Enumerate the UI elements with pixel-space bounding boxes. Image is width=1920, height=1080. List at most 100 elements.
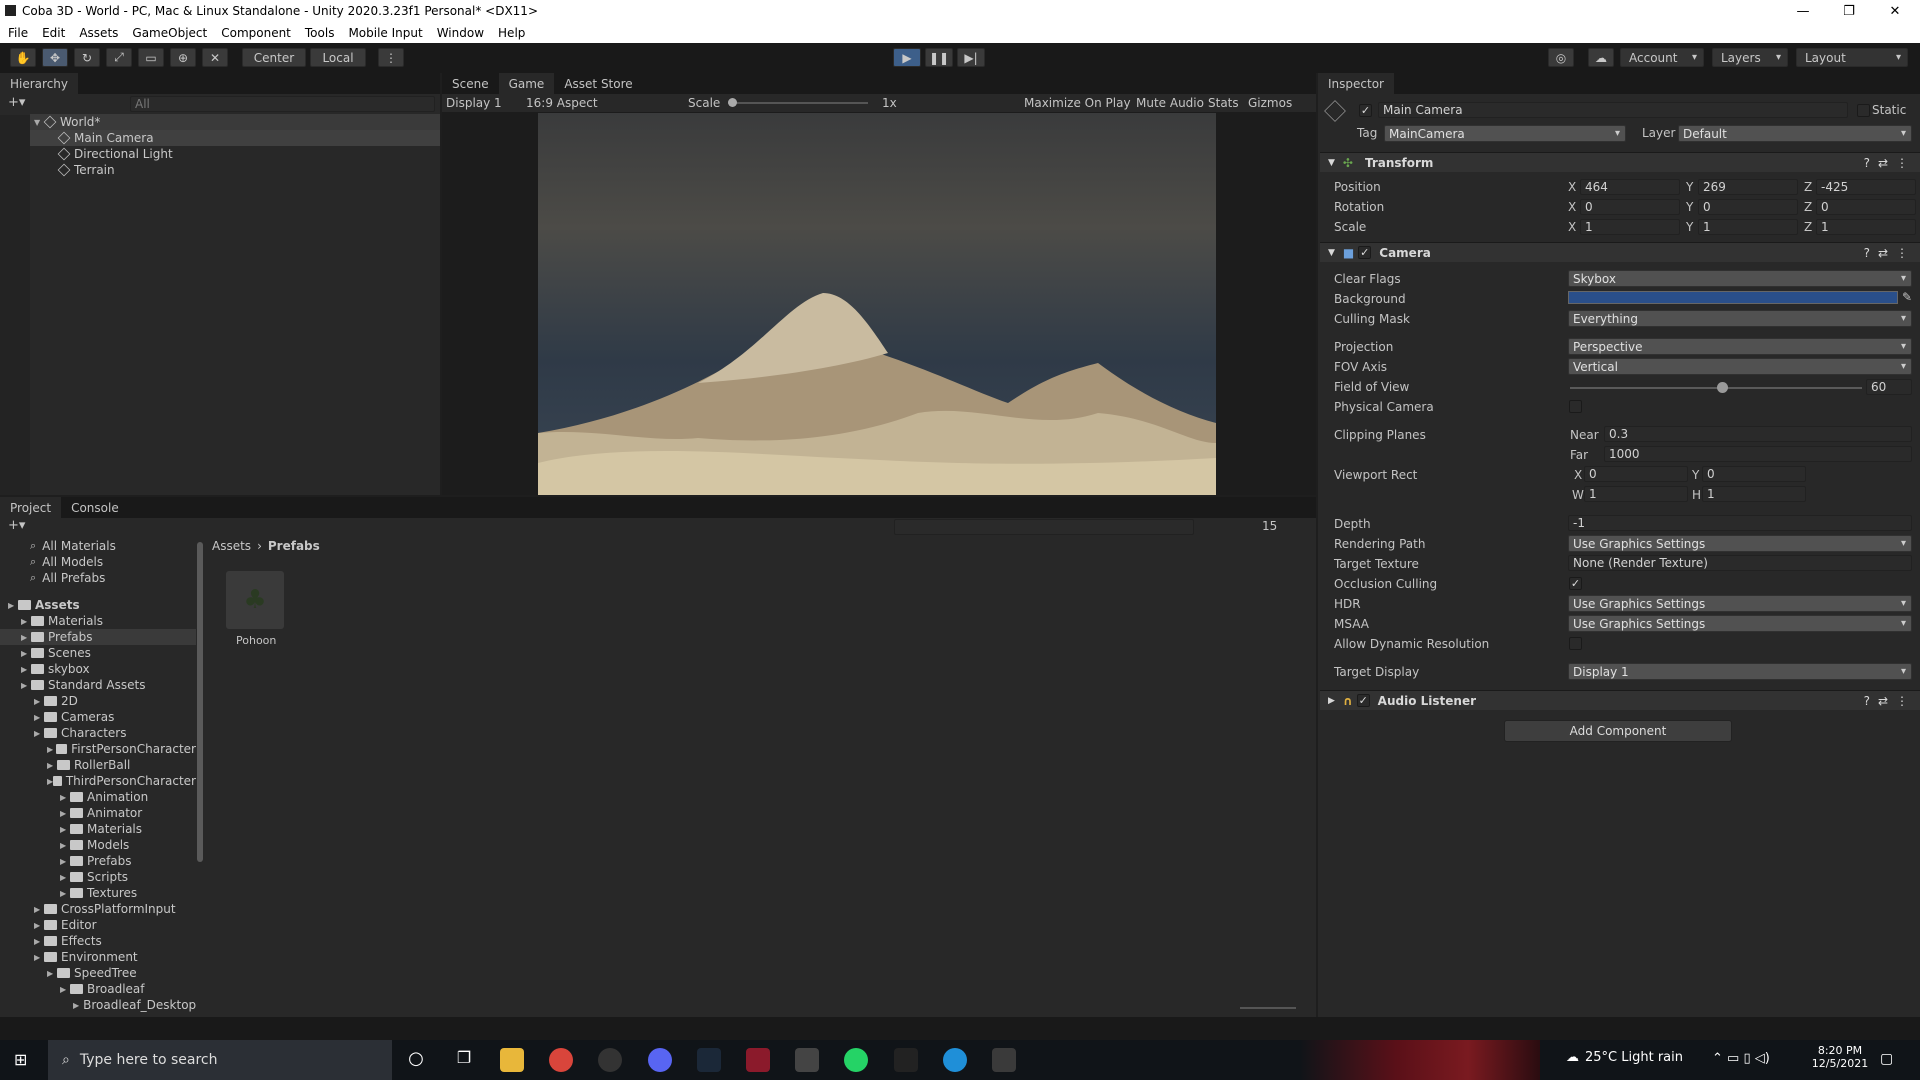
expand-arrow-icon[interactable]: ▶ [34, 937, 44, 946]
folder-tree-item[interactable]: ▶ Characters [0, 725, 196, 741]
menu-window[interactable]: Window [437, 26, 484, 40]
clear-flags-dropdown[interactable]: Skybox [1568, 270, 1912, 287]
help-icon[interactable]: ? [1864, 156, 1870, 170]
folder-tree-item[interactable]: ▶ Cameras [0, 709, 196, 725]
expand-arrow-icon[interactable]: ▶ [60, 841, 70, 850]
rendering-path-dropdown[interactable]: Use Graphics Settings [1568, 535, 1912, 552]
expand-arrow-icon[interactable]: ▶ [21, 633, 31, 642]
asset-name[interactable]: Pohoon [236, 634, 276, 647]
hierarchy-item-main-camera[interactable]: Main Camera [30, 130, 440, 146]
folder-tree-item[interactable]: ▶ 2D [0, 693, 196, 709]
viewport-w-field[interactable]: 1 [1584, 486, 1688, 502]
expand-arrow-icon[interactable]: ▶ [21, 681, 31, 690]
file-explorer-icon[interactable] [500, 1048, 524, 1072]
system-tray-icons[interactable]: ⌃ ▭ ▯ ◁) [1712, 1051, 1770, 1066]
expand-arrow-icon[interactable]: ▶ [47, 969, 57, 978]
close-button[interactable]: ✕ [1872, 0, 1918, 22]
object-name-field[interactable]: Main Camera [1378, 102, 1848, 118]
transform-x-field[interactable]: 0 [1580, 199, 1680, 215]
expand-arrow-icon[interactable]: ▶ [47, 761, 57, 770]
task-view-icon[interactable]: ❐ [452, 1048, 476, 1072]
transform-z-field[interactable]: 1 [1816, 219, 1916, 235]
component-menu-icon[interactable]: ⋮ [1896, 246, 1908, 260]
folder-tree-item[interactable]: ▶ Models [0, 837, 196, 853]
rect-tool-icon[interactable]: ▭ [138, 48, 164, 67]
transform-z-field[interactable]: 0 [1816, 199, 1916, 215]
transform-y-field[interactable]: 0 [1698, 199, 1798, 215]
transform-x-field[interactable]: 464 [1580, 179, 1680, 195]
static-checkbox[interactable] [1857, 104, 1870, 117]
tab-asset-store[interactable]: Asset Store [554, 73, 642, 94]
fov-field[interactable]: 60 [1866, 379, 1912, 395]
tab-scene[interactable]: Scene [442, 73, 499, 94]
favorite-all-models[interactable]: ⌕ All Models [30, 554, 103, 570]
hidden-packages-count[interactable]: 15 [1262, 519, 1277, 533]
thumbnail-size-slider[interactable] [1240, 1007, 1296, 1009]
audio-listener-checkbox[interactable]: ✓ [1356, 694, 1370, 707]
prefab-thumbnail-tree-icon[interactable]: ♣ [226, 571, 284, 629]
menu-edit[interactable]: Edit [42, 26, 65, 40]
near-field[interactable]: 0.3 [1604, 426, 1912, 442]
expand-arrow-icon[interactable]: ▶ [34, 697, 44, 706]
expand-arrow-icon[interactable]: ▶ [60, 793, 70, 802]
hierarchy-item-directional-light[interactable]: Directional Light [30, 146, 440, 162]
folder-tree-item[interactable]: ▶ Scripts [0, 869, 196, 885]
folder-tree-item[interactable]: ▶ Environment [0, 949, 196, 965]
discord-icon[interactable] [648, 1048, 672, 1072]
transform-tool-icon[interactable]: ⊕ [170, 48, 196, 67]
camera-header[interactable]: ▼ ■ ✓ Camera ? ⇄ ⋮ [1320, 242, 1920, 262]
aspect-dropdown[interactable]: 16:9 Aspect [526, 96, 598, 110]
whatsapp-icon[interactable] [844, 1048, 868, 1072]
folder-tree-item[interactable]: ▶ CrossPlatformInput [0, 901, 196, 917]
collab-icon[interactable]: ◎ [1548, 48, 1574, 67]
custom-tool-icon[interactable]: ✕ [202, 48, 228, 67]
layers-dropdown[interactable]: Layers [1712, 48, 1788, 67]
move-tool-icon[interactable]: ✥ [42, 48, 68, 67]
active-checkbox[interactable]: ✓ [1359, 104, 1372, 117]
menu-mobile-input[interactable]: Mobile Input [348, 26, 422, 40]
clock[interactable]: 8:20 PM 12/5/2021 [1810, 1044, 1870, 1070]
tab-game[interactable]: Game [498, 73, 555, 94]
expand-arrow-icon[interactable]: ▶ [73, 1001, 79, 1010]
tag-dropdown[interactable]: MainCamera [1384, 125, 1626, 142]
tab-hierarchy[interactable]: Hierarchy [0, 73, 79, 94]
occlusion-culling-checkbox[interactable]: ✓ [1569, 577, 1582, 590]
expand-arrow-icon[interactable]: ▶ [60, 809, 70, 818]
folder-tree-item[interactable]: ▶ Broadleaf_Desktop [0, 997, 196, 1012]
hierarchy-search-input[interactable]: All [130, 96, 435, 112]
project-search-input[interactable] [894, 519, 1194, 535]
expand-arrow-icon[interactable]: ▶ [34, 729, 44, 738]
folder-tree-item[interactable]: ▶ Materials [0, 613, 196, 629]
fov-axis-dropdown[interactable]: Vertical [1568, 358, 1912, 375]
favorite-all-prefabs[interactable]: ⌕ All Prefabs [30, 570, 105, 586]
scale-slider[interactable] [728, 102, 868, 104]
presets-icon[interactable]: ⇄ [1878, 694, 1888, 708]
expand-arrow-icon[interactable]: ▶ [21, 617, 31, 626]
transform-x-field[interactable]: 1 [1580, 219, 1680, 235]
background-color-swatch[interactable] [1568, 291, 1898, 304]
mute-audio-toggle[interactable]: Mute Audio [1136, 96, 1204, 110]
audio-listener-header[interactable]: ▶ ∩ ✓ Audio Listener ? ⇄ ⋮ [1320, 690, 1920, 710]
cloud-icon[interactable]: ☁ [1588, 48, 1614, 67]
game-viewport[interactable] [538, 113, 1216, 495]
chrome-icon[interactable] [549, 1048, 573, 1072]
folder-tree-item[interactable]: ▶ Standard Assets [0, 677, 196, 693]
transform-z-field[interactable]: -425 [1816, 179, 1916, 195]
stats-toggle[interactable]: Stats [1208, 96, 1239, 110]
menu-gameobject[interactable]: GameObject [132, 26, 207, 40]
taskbar-search-box[interactable]: ⌕ Type here to search [48, 1040, 392, 1080]
pivot-local-button[interactable]: Local [310, 48, 366, 67]
rotate-tool-icon[interactable]: ↻ [74, 48, 100, 67]
help-icon[interactable]: ? [1864, 246, 1870, 260]
layer-dropdown[interactable]: Default [1678, 125, 1912, 142]
expand-arrow-icon[interactable]: ▶ [8, 601, 18, 610]
folder-tree-item[interactable]: ▶ FirstPersonCharacter [0, 741, 196, 757]
pivot-center-button[interactable]: Center [242, 48, 306, 67]
physical-camera-checkbox[interactable] [1569, 400, 1582, 413]
display-dropdown[interactable]: Display 1 [446, 96, 502, 110]
weather-widget[interactable]: ☁ 25°C Light rain [1566, 1050, 1683, 1065]
expand-arrow-icon[interactable]: ▶ [34, 953, 44, 962]
expand-arrow-icon[interactable]: ▶ [60, 825, 70, 834]
menu-assets[interactable]: Assets [79, 26, 118, 40]
notification-icon[interactable]: ▢ [1880, 1051, 1893, 1067]
